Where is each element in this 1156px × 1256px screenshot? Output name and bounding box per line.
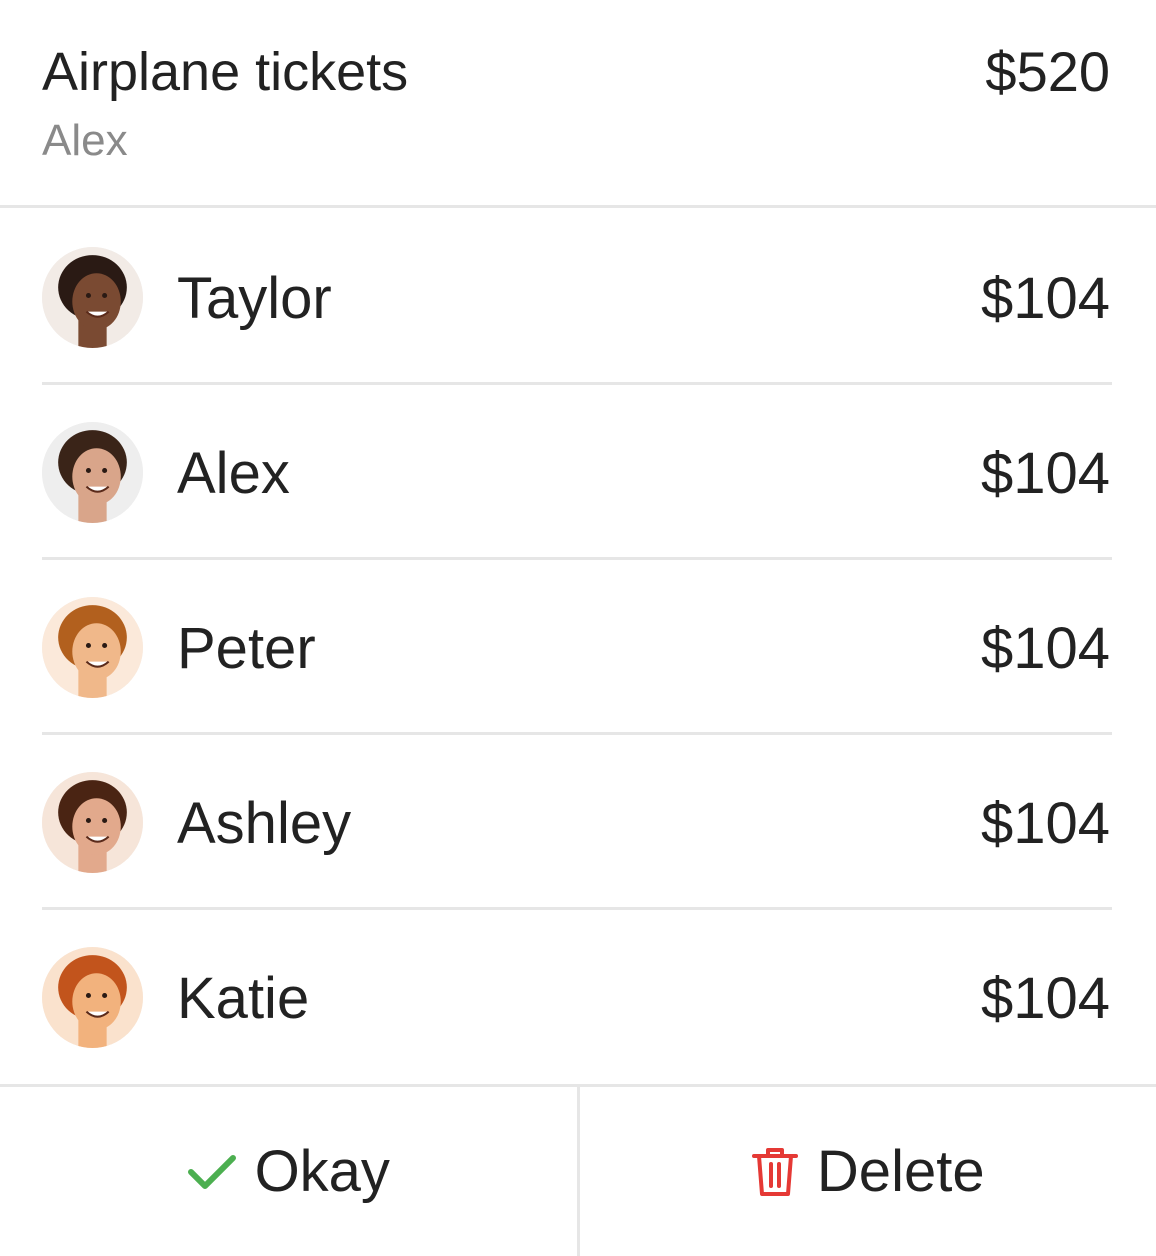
avatar	[42, 947, 143, 1048]
avatar-eye-left	[85, 467, 91, 474]
participant-name: Alex	[177, 441, 290, 506]
avatar-eye-right	[102, 992, 108, 999]
okay-label: Okay	[254, 1138, 390, 1204]
participant-amount: $104	[980, 791, 1110, 856]
avatar-eye-right	[102, 467, 108, 474]
participant-name: Peter	[177, 616, 316, 681]
avatar-eye-left	[85, 642, 91, 649]
avatar-eye-left	[85, 817, 91, 824]
avatar-eye-right	[102, 817, 108, 824]
trash-icon	[751, 1146, 799, 1198]
expense-title: Airplane tickets	[42, 42, 409, 102]
action-bar: Okay Delete	[0, 1084, 1156, 1256]
participant-row[interactable]: Ashley $104	[0, 735, 1156, 910]
avatar	[42, 247, 143, 348]
participant-row[interactable]: Katie $104	[0, 910, 1156, 1085]
avatar-eye-right	[102, 292, 108, 299]
avatar	[42, 422, 143, 523]
participant-amount: $104	[980, 266, 1110, 331]
avatar-face	[72, 623, 121, 680]
participant-amount: $104	[980, 966, 1110, 1031]
avatar-face	[72, 798, 121, 855]
participant-list: Taylor $104 Alex $104 Peter $104 Ashley …	[0, 210, 1156, 1085]
checkmark-icon	[187, 1152, 237, 1192]
participant-name: Taylor	[177, 266, 332, 331]
okay-button[interactable]: Okay	[0, 1087, 577, 1256]
participant-name: Katie	[177, 966, 310, 1031]
participant-amount: $104	[980, 441, 1110, 506]
participant-amount: $104	[980, 616, 1110, 681]
avatar	[42, 597, 143, 698]
avatar-eye-right	[102, 642, 108, 649]
checkmark-stroke	[187, 1154, 236, 1189]
participant-row[interactable]: Peter $104	[0, 560, 1156, 735]
delete-button[interactable]: Delete	[576, 1087, 1156, 1256]
avatar-eye-left	[85, 992, 91, 999]
avatar-face	[72, 448, 121, 505]
delete-label: Delete	[816, 1138, 985, 1204]
expense-total: $520	[985, 40, 1110, 103]
participant-name: Ashley	[177, 791, 352, 856]
participant-row[interactable]: Taylor $104	[0, 210, 1156, 385]
avatar-face	[72, 973, 121, 1030]
participant-row[interactable]: Alex $104	[0, 385, 1156, 560]
avatar-face	[72, 273, 121, 330]
expense-payer: Alex	[42, 116, 128, 165]
avatar-eye-left	[85, 292, 91, 299]
avatar	[42, 772, 143, 873]
expense-header: Airplane tickets Alex $520	[0, 0, 1156, 208]
